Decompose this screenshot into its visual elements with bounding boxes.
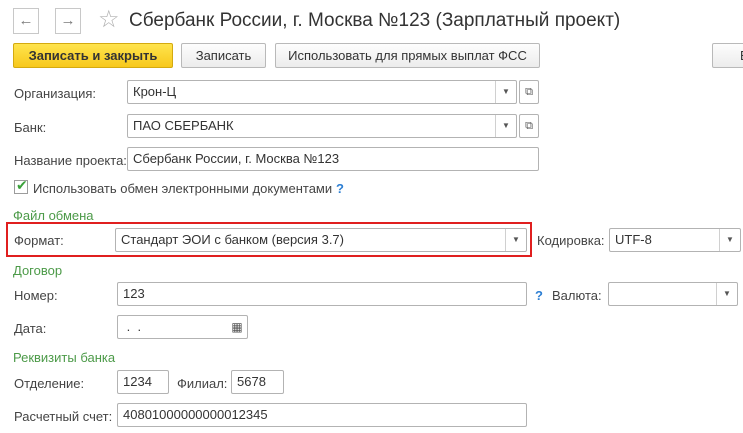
date-label: Дата: xyxy=(14,321,47,336)
forward-button[interactable]: → xyxy=(55,8,81,34)
save-and-close-button[interactable]: Записать и закрыть xyxy=(13,43,173,68)
account-field[interactable]: 40801000000000012345 xyxy=(117,403,527,427)
project-name-field[interactable]: Сбербанк России, г. Москва №123 xyxy=(127,147,539,171)
format-select[interactable]: Стандарт ЭОИ с банком (версия 3.7) ▼ xyxy=(115,228,527,252)
edo-label[interactable]: Использовать обмен электронными документ… xyxy=(33,181,332,197)
filial-value: 5678 xyxy=(237,374,266,389)
calendar-icon[interactable]: ▦ xyxy=(227,316,247,338)
org-value: Крон-Ц xyxy=(133,84,177,99)
filial-label: Филиал: xyxy=(177,376,228,391)
open-icon[interactable]: ⧉ xyxy=(519,80,539,104)
help-icon[interactable]: ? xyxy=(336,181,344,197)
chevron-down-icon[interactable]: ▼ xyxy=(719,229,740,251)
help-icon[interactable]: ? xyxy=(535,288,543,304)
number-label: Номер: xyxy=(14,288,58,303)
arrow-left-icon: ← xyxy=(18,12,34,29)
currency-select[interactable]: ▼ xyxy=(608,282,738,306)
date-field[interactable]: . . ▦ xyxy=(117,315,248,339)
save-button[interactable]: Записать xyxy=(181,43,266,68)
project-name-label: Название проекта: xyxy=(14,153,127,168)
chevron-down-icon[interactable]: ▼ xyxy=(716,283,737,305)
fss-direct-payments-button[interactable]: Использовать для прямых выплат ФСС xyxy=(275,43,540,68)
format-label: Формат: xyxy=(14,233,64,248)
encoding-label: Кодировка: xyxy=(537,233,605,248)
bank-value: ПАО СБЕРБАНК xyxy=(133,118,234,133)
number-value: 123 xyxy=(123,286,145,301)
edo-checkbox[interactable]: ✔ xyxy=(14,177,28,194)
format-value: Стандарт ЭОИ с банком (версия 3.7) xyxy=(121,232,344,247)
branch-value: 1234 xyxy=(123,374,152,389)
star-icon[interactable]: ☆ xyxy=(98,6,120,34)
account-value: 40801000000000012345 xyxy=(123,407,268,422)
contract-section-title: Договор xyxy=(13,263,63,278)
more-button[interactable]: Ещ xyxy=(712,43,743,68)
filial-field[interactable]: 5678 xyxy=(231,370,284,394)
branch-field[interactable]: 1234 xyxy=(117,370,169,394)
date-value: . . xyxy=(123,319,142,334)
encoding-select[interactable]: UTF-8 ▼ xyxy=(609,228,741,252)
account-label: Расчетный счет: xyxy=(14,409,113,424)
org-label: Организация: xyxy=(14,86,97,101)
check-icon: ✔ xyxy=(16,177,28,193)
bank-details-section-title: Реквизиты банка xyxy=(13,350,116,365)
org-field[interactable]: Крон-Ц ▼ xyxy=(127,80,517,104)
number-field[interactable]: 123 xyxy=(117,282,527,306)
chevron-down-icon[interactable]: ▼ xyxy=(505,229,526,251)
chevron-down-icon[interactable]: ▼ xyxy=(495,81,516,103)
branch-label: Отделение: xyxy=(14,376,85,391)
chevron-down-icon[interactable]: ▼ xyxy=(495,115,516,137)
currency-label: Валюта: xyxy=(552,288,602,303)
arrow-right-icon: → xyxy=(60,12,76,29)
open-icon[interactable]: ⧉ xyxy=(519,114,539,138)
back-button[interactable]: ← xyxy=(13,8,39,34)
encoding-value: UTF-8 xyxy=(615,232,652,247)
bank-field[interactable]: ПАО СБЕРБАНК ▼ xyxy=(127,114,517,138)
bank-label: Банк: xyxy=(14,120,47,135)
page-title: Сбербанк России, г. Москва №123 (Зарплат… xyxy=(129,10,621,31)
project-name-value: Сбербанк России, г. Москва №123 xyxy=(133,151,340,166)
